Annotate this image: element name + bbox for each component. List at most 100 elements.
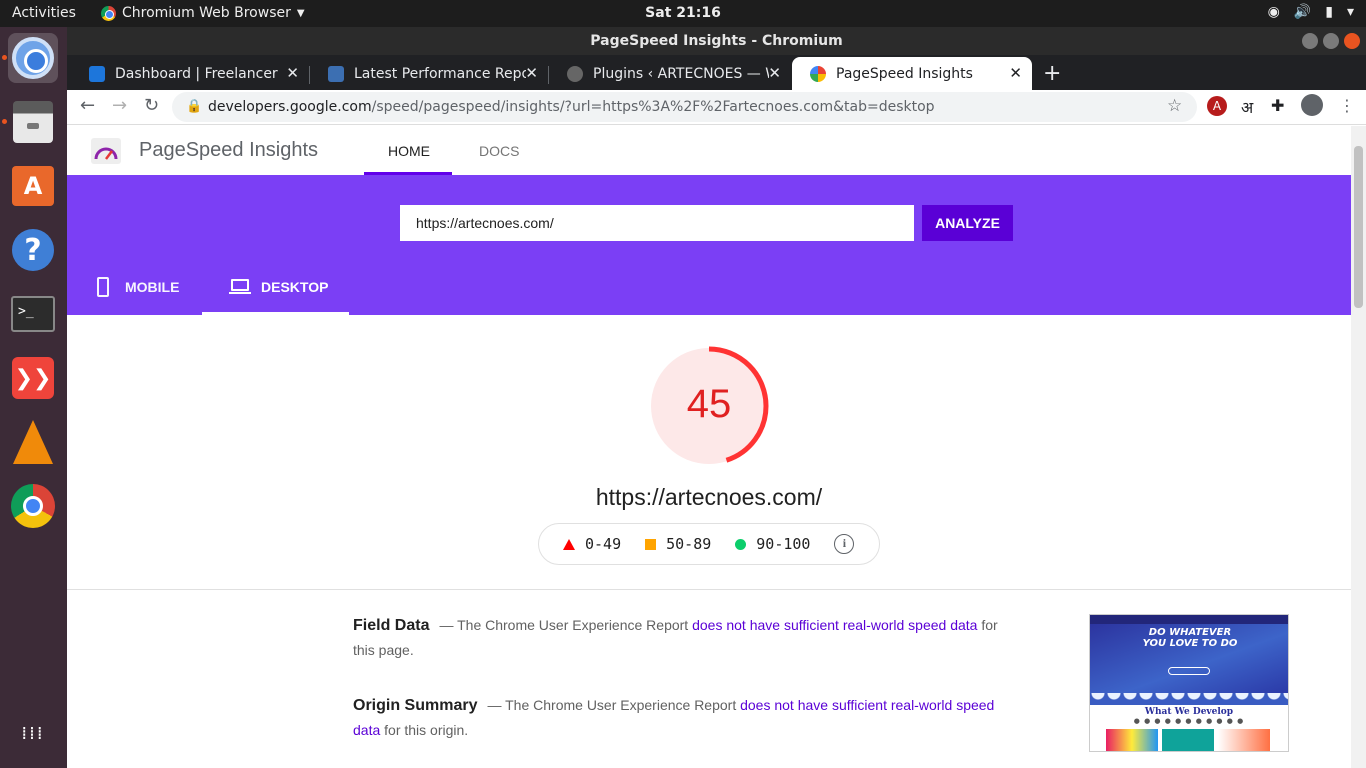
lock-icon: 🔒 — [186, 99, 203, 114]
thumbnail-image — [1106, 729, 1158, 751]
show-applications-button[interactable]: ⁞⁞⁞ — [8, 709, 58, 759]
reload-icon[interactable]: ↻ — [144, 95, 159, 116]
analyze-button[interactable]: ANALYZE — [922, 205, 1013, 241]
thumbnail-subheading: What We Develop — [1144, 707, 1234, 717]
terminal-icon: >_ — [11, 296, 55, 332]
nav-home[interactable]: HOME — [388, 143, 430, 159]
tab-pagespeed[interactable]: PageSpeed Insights ✕ — [792, 57, 1032, 90]
files-icon — [13, 101, 53, 143]
extension-pdf-icon[interactable]: A — [1207, 96, 1227, 116]
help-icon: ? — [12, 229, 54, 271]
field-data-section: Field Data — The Chrome User Experience R… — [353, 613, 1013, 662]
thumbnail-drips — [1090, 693, 1288, 705]
maximize-button[interactable] — [1323, 33, 1339, 49]
dock-chromium[interactable] — [8, 33, 58, 83]
page-scrollbar[interactable] — [1351, 126, 1366, 768]
thumbnail-image — [1218, 729, 1270, 751]
field-data-heading: Field Data — [353, 617, 430, 634]
dock-chrome[interactable] — [8, 481, 58, 531]
tab-title: Plugins ‹ ARTECNOES — W — [593, 65, 769, 82]
tab-freelancer[interactable]: Dashboard | Freelancer ✕ — [71, 57, 310, 90]
dock-anydesk[interactable]: ❯❯ — [8, 353, 58, 403]
running-indicator — [2, 119, 7, 124]
tested-url: https://artecnoes.com/ — [595, 484, 823, 510]
tab-performance-report[interactable]: Latest Performance Repo ✕ — [310, 57, 549, 90]
tab-desktop[interactable]: DESKTOP — [229, 269, 328, 315]
thumbnail-hero: DO WHATEVER YOU LOVE TO DO — [1090, 615, 1288, 693]
tab-mobile[interactable]: MOBILE — [97, 269, 179, 315]
chromium-small-icon — [101, 5, 116, 21]
new-tab-button[interactable]: + — [1043, 61, 1061, 86]
tab-title: Latest Performance Repo — [354, 65, 526, 82]
dock-files[interactable] — [8, 97, 58, 147]
dock-help[interactable]: ? — [8, 225, 58, 275]
more-menu-icon[interactable]: ⋮ — [1339, 96, 1355, 115]
tab-title: Dashboard | Freelancer — [115, 65, 278, 82]
profile-avatar-icon[interactable] — [1301, 94, 1323, 116]
tab-plugins[interactable]: Plugins ‹ ARTECNOES — W ✕ — [549, 57, 791, 90]
thumbnail-headline-line2: YOU LOVE TO DO — [1142, 638, 1238, 649]
clock[interactable]: Sat 21:16 — [645, 5, 721, 21]
legend-fail-label: 0-49 — [585, 535, 622, 553]
chevron-down-icon: ▼ — [296, 7, 305, 19]
activities-button[interactable]: Activities — [12, 5, 76, 21]
scrollbar-thumb[interactable] — [1354, 146, 1363, 308]
thumbnail-nav — [1090, 615, 1288, 624]
system-tray[interactable]: ◉ 🔊 ▮ ▾ — [1268, 4, 1354, 20]
dock-software[interactable]: A — [8, 161, 58, 211]
address-bar[interactable]: 🔒 developers.google.com/speed/pagespeed/… — [172, 92, 1197, 122]
field-data-text: — The Chrome User Experience Report — [439, 617, 693, 633]
volume-icon: 🔊 — [1293, 4, 1312, 20]
power-menu-icon: ▾ — [1346, 4, 1354, 20]
divider — [67, 589, 1351, 590]
extension-hindi-icon[interactable]: अ — [1241, 96, 1253, 118]
legend-fail: 0-49 — [563, 535, 621, 553]
origin-summary-tail: for this origin. — [380, 722, 469, 738]
chrome-icon — [11, 484, 55, 528]
bookmark-star-icon[interactable]: ☆ — [1167, 96, 1182, 116]
dock-vlc[interactable] — [8, 417, 58, 467]
page-screenshot-thumbnail: DO WHATEVER YOU LOVE TO DO What We Devel… — [1089, 614, 1289, 752]
tab-close-icon[interactable]: ✕ — [1009, 64, 1022, 82]
origin-summary-heading: Origin Summary — [353, 697, 478, 714]
app-menu[interactable]: Chromium Web Browser ▼ — [101, 5, 305, 21]
thumbnail-headline-line1: DO WHATEVER — [1148, 627, 1232, 638]
laptop-icon — [229, 279, 251, 295]
pagespeed-logo-icon — [91, 138, 121, 164]
window-controls — [1302, 33, 1360, 49]
thumbnail-image — [1162, 729, 1214, 751]
field-data-link[interactable]: does not have sufficient real-world spee… — [692, 617, 977, 633]
app-menu-label: Chromium Web Browser — [122, 5, 291, 21]
legend-pass-label: 90-100 — [756, 535, 811, 553]
tab-close-icon[interactable]: ✕ — [525, 64, 538, 82]
extensions-puzzle-icon[interactable]: ✚ — [1271, 96, 1284, 115]
legend-average: 50-89 — [645, 535, 711, 553]
thumbnail-headline: DO WHATEVER YOU LOVE TO DO — [1090, 627, 1288, 649]
window-close-button[interactable] — [1344, 33, 1360, 49]
thumbnail-button — [1168, 667, 1210, 675]
tab-close-icon[interactable]: ✕ — [768, 64, 781, 82]
device-tab-indicator — [202, 312, 349, 315]
origin-summary-text: — The Chrome User Experience Report — [487, 697, 741, 713]
phone-icon — [97, 277, 109, 297]
thumbnail-images — [1106, 729, 1270, 751]
tab-close-icon[interactable]: ✕ — [286, 64, 299, 82]
minimize-button[interactable] — [1302, 33, 1318, 49]
window-title: PageSpeed Insights - Chromium — [590, 33, 843, 49]
psi-title: PageSpeed Insights — [139, 139, 319, 161]
url-input[interactable]: https://artecnoes.com/ — [400, 205, 914, 241]
origin-summary-section: Origin Summary — The Chrome User Experien… — [353, 693, 1013, 742]
app-grid-icon: ⁞⁞⁞ — [21, 723, 45, 744]
nav-docs[interactable]: DOCS — [479, 143, 519, 159]
tab-strip: Dashboard | Freelancer ✕ Latest Performa… — [67, 55, 1366, 90]
forward-arrow-icon[interactable]: → — [112, 95, 127, 116]
info-icon[interactable]: i — [834, 534, 855, 554]
back-arrow-icon[interactable]: ← — [80, 95, 95, 116]
browser-toolbar: ← → ↻ 🔒 developers.google.com/speed/page… — [67, 90, 1366, 125]
dock-terminal[interactable]: >_ — [8, 289, 58, 339]
score-legend: 0-49 50-89 90-100 i — [538, 523, 880, 565]
fail-triangle-icon — [563, 538, 575, 550]
performance-score: 45 — [686, 382, 732, 426]
legend-pass: 90-100 — [735, 535, 810, 553]
dock: A ? >_ ❯❯ ⁞⁞⁞ — [0, 27, 67, 768]
